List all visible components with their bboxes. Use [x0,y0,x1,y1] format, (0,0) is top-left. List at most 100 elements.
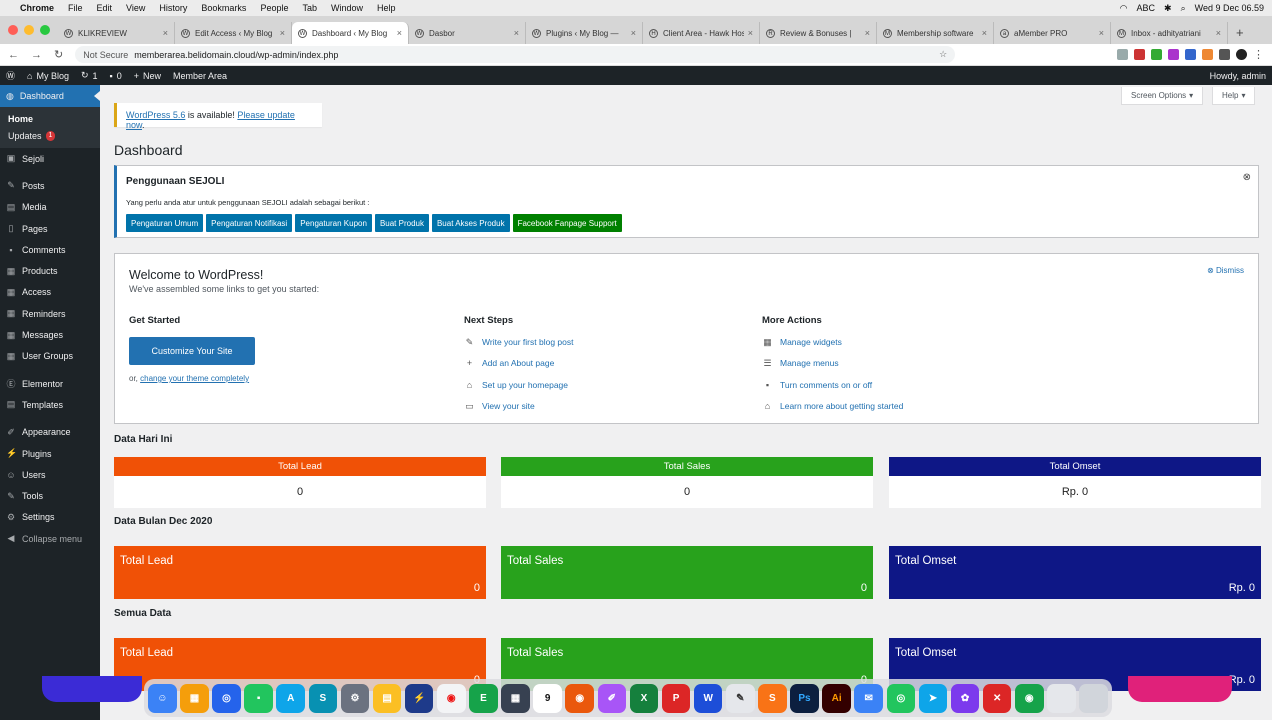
customize-site-button[interactable]: Customize Your Site [129,337,255,365]
app-icon[interactable]: ✿ [950,683,980,713]
sidebar-item-users[interactable]: ☺ Users [0,464,100,485]
menu-help[interactable]: Help [377,3,396,13]
dismiss-link[interactable]: ⊗ Dismiss [1207,266,1244,275]
sidebar-item-plugins[interactable]: ⚡ Plugins [0,443,100,464]
pen-app-icon[interactable]: ✐ [597,683,627,713]
chrome-icon[interactable]: ◉ [436,683,466,713]
extension-icon[interactable] [1134,49,1145,60]
tab-close-icon[interactable]: × [865,28,870,38]
back-arrow-icon[interactable]: ← [8,49,19,61]
help-button[interactable]: Help ▾ [1212,87,1256,105]
manage-menus-link[interactable]: ☰ Manage menus [762,358,903,379]
new-tab-button[interactable]: + [1228,25,1244,44]
word-icon[interactable]: W [693,683,723,713]
tab-close-icon[interactable]: × [163,28,168,38]
tab-close-icon[interactable]: × [1216,28,1221,38]
url-text[interactable]: memberarea.belidomain.cloud/wp-admin/ind… [134,50,338,60]
photoshop-icon[interactable]: Ps [790,683,819,713]
sidebar-item-sejoli[interactable]: ▣ Sejoli [0,148,100,169]
wordpress-logo-icon[interactable]: Ⓦ [6,69,15,82]
add-about-page-link[interactable]: + Add an About page [464,358,574,379]
downloads-folder-icon[interactable] [1047,683,1076,713]
browser-tab[interactable]: W Edit Access ‹ My Blog × [175,22,292,44]
messages-icon[interactable]: ▪ [244,683,273,713]
skype-icon[interactable]: S [308,683,338,713]
evernote-icon[interactable]: E [469,683,498,713]
address-bar[interactable]: Not Secure memberarea.belidomain.cloud/w… [75,46,956,63]
sidebar-item-appearance[interactable]: ✐ Appearance [0,422,100,443]
forward-arrow-icon[interactable]: → [31,49,42,61]
whatsapp-icon[interactable]: ◎ [886,683,916,713]
sidebar-item-comments[interactable]: ▪ Comments [0,239,100,260]
browser-tab[interactable]: R Review & Bonuses | × [760,22,877,44]
browser-tab[interactable]: H Client Area - Hawk Host × [643,22,760,44]
sidebar-item-tools[interactable]: ✎ Tools [0,485,100,506]
notes-icon[interactable]: ▤ [372,683,402,713]
sidebar-item-settings[interactable]: ⚙ Settings [0,507,100,528]
browser-tab[interactable]: W KLIKREVIEW × [58,22,175,44]
sidebar-collapse-menu[interactable]: ◀ Collapse menu [0,528,100,549]
sidebar-item-media[interactable]: ▤ Media [0,197,100,218]
illustrator-icon[interactable]: Ai [822,683,851,713]
more-menu-icon[interactable]: ⋮ [1253,48,1264,61]
turn-comments-link[interactable]: ▪ Turn comments on or off [762,380,903,401]
buat-produk-button[interactable]: Buat Produk [374,214,429,232]
sidebar-item-messages[interactable]: ▦ Messages [0,324,100,345]
safari-icon[interactable]: ◎ [212,683,241,713]
menu-bookmarks[interactable]: Bookmarks [201,3,246,13]
calculator-icon[interactable]: ▦ [501,683,530,713]
manage-widgets-link[interactable]: ▦ Manage widgets [762,337,903,358]
textedit-icon[interactable]: ✎ [725,683,755,713]
sidebar-item-products[interactable]: ▦ Products [0,260,100,281]
zoom-window-button[interactable] [40,25,50,35]
menu-edit[interactable]: Edit [97,3,113,13]
submenu-updates[interactable]: Updates 1 [8,127,100,144]
system-preferences-icon[interactable]: ⚙ [340,683,370,713]
menu-people[interactable]: People [260,3,288,13]
howdy-user[interactable]: Howdy, admin [1210,71,1266,81]
input-source-indicator[interactable]: ABC [1137,3,1156,13]
bluetooth-icon[interactable]: ✱ [1164,3,1172,14]
learn-more-link[interactable]: ⌂ Learn more about getting started [762,401,904,422]
calendar-icon[interactable]: 9 [533,683,562,713]
tab-close-icon[interactable]: × [1099,28,1104,38]
sidebar-item-elementor[interactable]: Ⓔ Elementor [0,373,100,394]
sidebar-item-user-groups[interactable]: ▦ User Groups [0,346,100,367]
extension-icon[interactable] [1185,49,1196,60]
admin-bar-updates[interactable]: ↻ 1 [81,70,98,81]
wifi-icon[interactable]: ◠ [1120,3,1128,14]
close-window-button[interactable] [8,25,18,35]
extension-icon[interactable] [1202,49,1213,60]
change-theme-link[interactable]: change your theme completely [140,374,249,383]
admin-bar-site[interactable]: ⌂ My Blog [27,71,69,81]
tab-close-icon[interactable]: × [514,28,519,38]
excel-icon[interactable]: X [629,683,659,713]
extension-icon[interactable] [1117,49,1128,60]
admin-bar-member-area[interactable]: Member Area [173,71,227,81]
puzzle-extensions-icon[interactable] [1219,49,1230,60]
browser-tab-active[interactable]: W Dashboard ‹ My Blog × [292,22,409,44]
view-site-link[interactable]: ▭ View your site [464,401,574,422]
launchpad-icon[interactable]: ▦ [180,683,209,713]
set-up-homepage-link[interactable]: ⌂ Set up your homepage [464,380,574,401]
mail-icon[interactable]: ✉ [854,683,884,713]
admin-bar-new[interactable]: + New [134,71,161,81]
menu-history[interactable]: History [159,3,187,13]
telegram-icon[interactable]: ➤ [918,683,948,713]
bookmark-star-icon[interactable]: ☆ [939,49,947,60]
menu-view[interactable]: View [126,3,145,13]
extension-icon[interactable] [1168,49,1179,60]
reeder-icon[interactable]: ⚡ [404,683,434,713]
sidebar-item-access[interactable]: ▦ Access [0,282,100,303]
wordpress-version-link[interactable]: WordPress 5.6 [126,110,185,120]
sidebar-item-pages[interactable]: ▯ Pages [0,218,100,239]
reload-icon[interactable]: ↻ [54,48,63,61]
submenu-home[interactable]: Home [8,110,100,127]
sidebar-item-templates[interactable]: ▤ Templates [0,394,100,415]
profile-avatar-icon[interactable] [1236,49,1247,60]
finder-icon[interactable]: ☺ [148,683,177,713]
menu-file[interactable]: File [68,3,83,13]
screen-options-button[interactable]: Screen Options ▾ [1121,87,1204,105]
app-store-icon[interactable]: A [276,683,306,713]
admin-bar-comments[interactable]: ▪ 0 [110,71,122,81]
